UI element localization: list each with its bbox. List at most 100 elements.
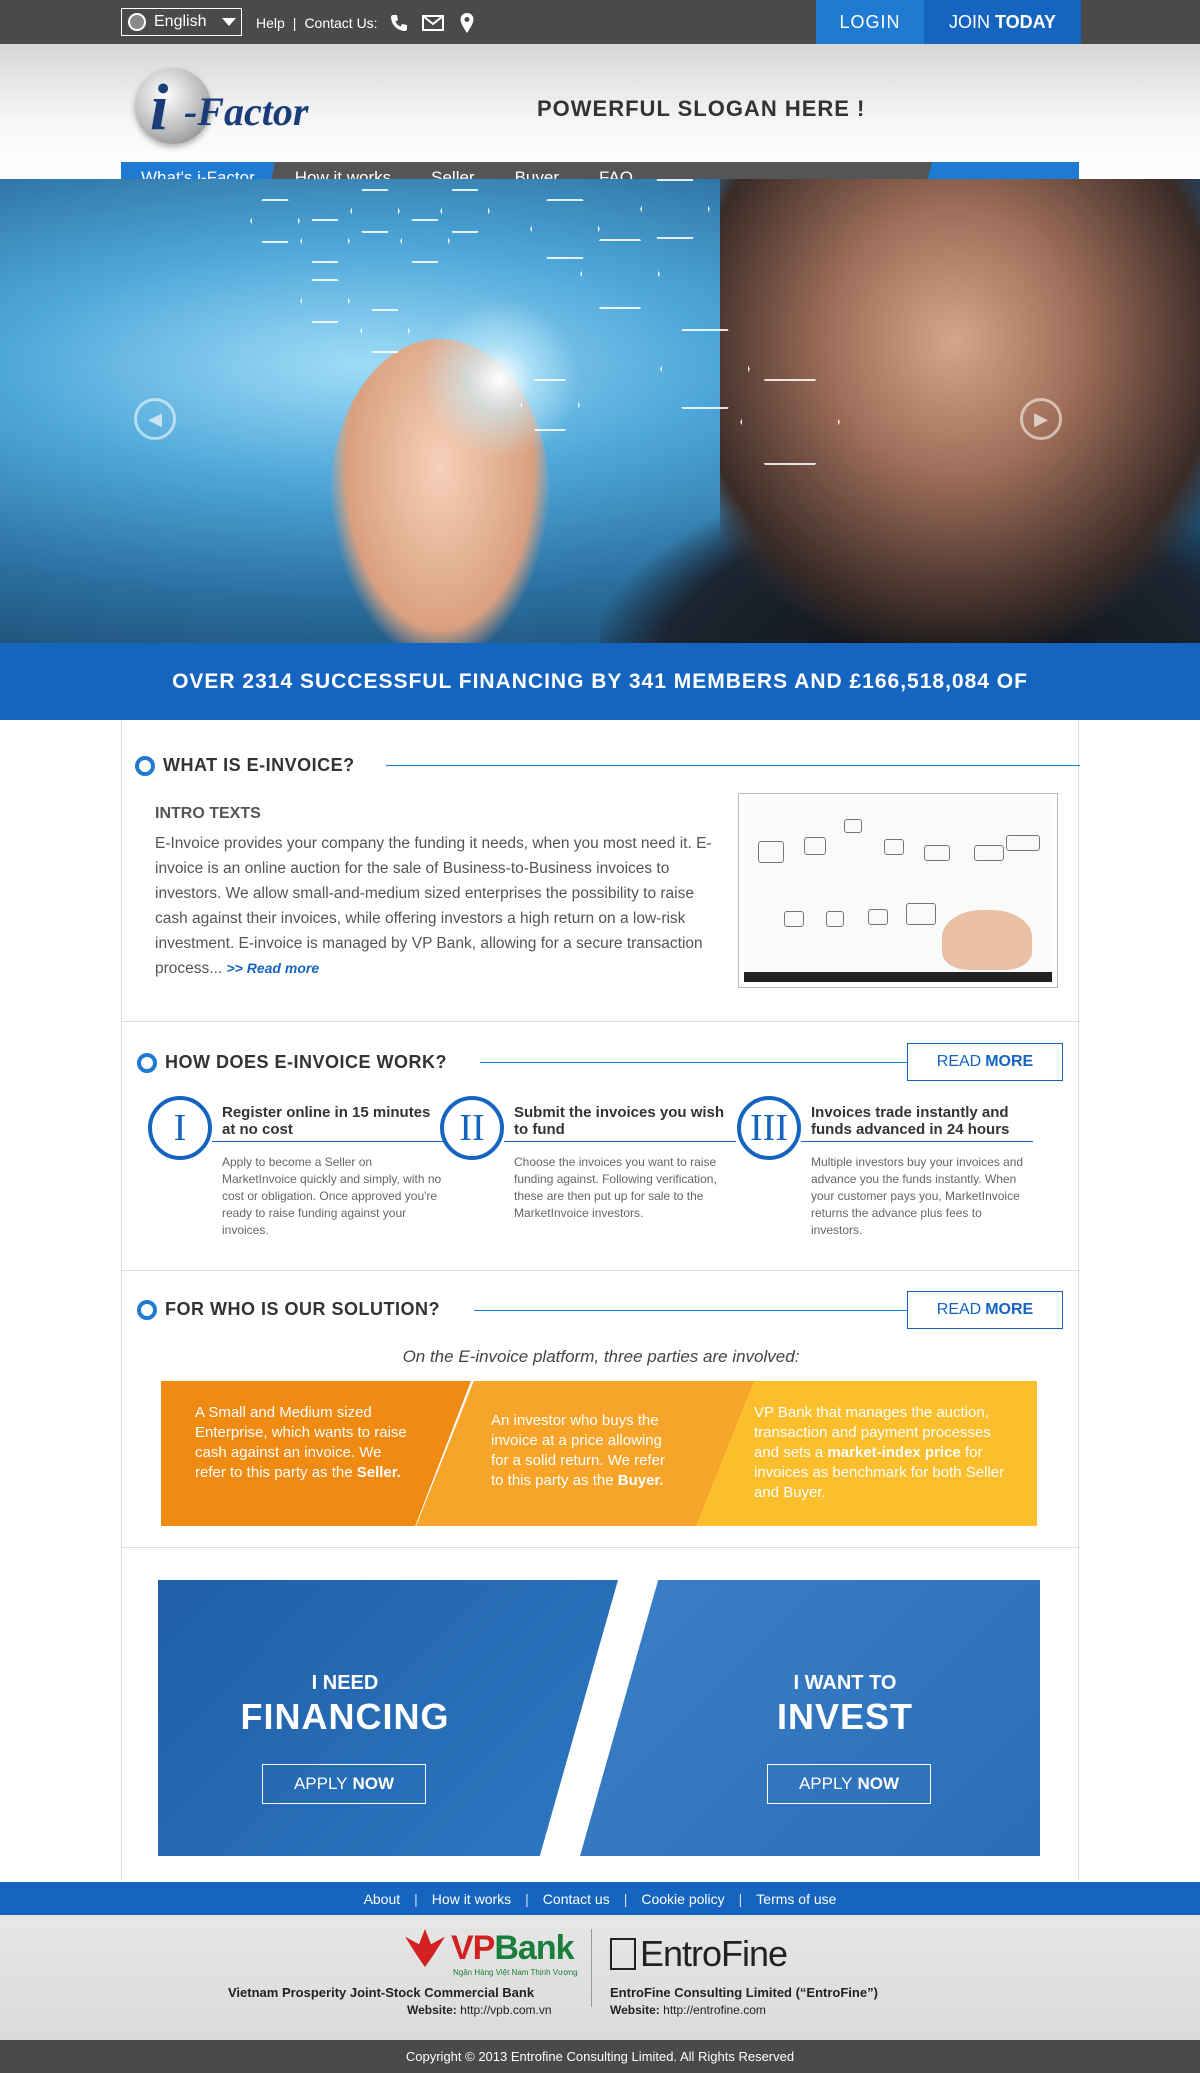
entrofine-logo[interactable]: EntroFine	[610, 1933, 788, 1975]
read-label: READ	[936, 1053, 982, 1070]
now-label: NOW	[352, 1774, 395, 1793]
vpbank-wordmark-vp: VP	[451, 1929, 495, 1967]
footer-nav: About | How it works | Contact us | Cook…	[0, 1882, 1200, 1915]
entrofine-website-url[interactable]: http://entrofine.com	[663, 2003, 766, 2017]
parties-intro: On the E-invoice platform, three parties…	[402, 1347, 800, 1366]
vpbank-wordmark-bank: Bank	[494, 1929, 574, 1967]
step-text: Multiple investors buy your invoices and…	[811, 1155, 1024, 1237]
cta-divider-line	[542, 1580, 642, 1856]
now-label: NOW	[857, 1774, 900, 1793]
globe-icon	[128, 13, 146, 31]
vpbank-logo[interactable]: VPBank	[405, 1929, 575, 1968]
hex-shape	[400, 219, 450, 263]
step-rule	[212, 1141, 444, 1142]
apply-label: APPLY	[293, 1774, 348, 1793]
entrofine-name: EntroFine Consulting Limited (“EntroFine…	[610, 1985, 878, 2000]
intro-paragraph: E-Invoice provides your company the fund…	[155, 831, 715, 981]
party-bank-bold: market-index price	[827, 1444, 961, 1461]
sketch-doodle	[924, 845, 950, 861]
vpbank-website-url[interactable]: http://vpb.com.vn	[460, 2003, 551, 2017]
read-more-button[interactable]: READ MORE	[907, 1043, 1063, 1081]
hex-shape	[640, 179, 710, 239]
vpbank-mark-icon	[405, 1929, 445, 1967]
intro-heading: INTRO TEXTS	[155, 805, 261, 822]
section-title-what-is: WHAT IS E-INVOICE?	[135, 755, 355, 776]
partner-divider	[591, 1929, 592, 2007]
step-numeral: III	[737, 1096, 801, 1160]
what-is-title: WHAT IS E-INVOICE?	[163, 755, 355, 775]
language-label: English	[154, 13, 207, 30]
arrow-right-circle-icon[interactable]: ▶	[1020, 398, 1062, 440]
step-title: Register online in 15 minutes at no cost	[222, 1104, 431, 1138]
step-text: Apply to become a Seller on MarketInvoic…	[222, 1155, 442, 1237]
footer-link-terms[interactable]: Terms of use	[756, 1891, 836, 1907]
more-label: MORE	[985, 1301, 1034, 1318]
stats-banner: OVER 2314 SUCCESSFUL FINANCING BY 341 ME…	[0, 643, 1200, 720]
section-title-how: HOW DOES E-INVOICE WORK?	[137, 1052, 447, 1073]
join-bold-label: TODAY	[995, 11, 1057, 32]
footer-link-about[interactable]: About	[364, 1891, 401, 1907]
party-bank: VP Bank that manages the auction, transa…	[696, 1381, 1037, 1526]
sketch-doodle	[804, 837, 826, 855]
arrow-left-circle-icon[interactable]: ◀	[134, 398, 176, 440]
contact-label: Contact Us:	[304, 15, 378, 31]
section-title-who: FOR WHO IS OUR SOLUTION?	[137, 1299, 440, 1320]
video-controls[interactable]	[744, 972, 1052, 982]
step-numeral: I	[148, 1096, 212, 1160]
read-more-button[interactable]: READ MORE	[907, 1291, 1063, 1329]
who-title: FOR WHO IS OUR SOLUTION?	[165, 1299, 440, 1319]
section-divider	[122, 1021, 1080, 1022]
read-label: READ	[936, 1301, 982, 1318]
phone-icon[interactable]	[386, 13, 412, 33]
join-label: JOIN	[948, 11, 990, 32]
hex-shape	[350, 189, 400, 233]
footer-link-how-it-works[interactable]: How it works	[432, 1891, 511, 1907]
title-rule	[474, 1310, 908, 1311]
intro-video[interactable]	[738, 793, 1058, 988]
title-rule	[386, 765, 1080, 766]
top-separator: |	[292, 15, 297, 31]
language-selector[interactable]: English	[121, 8, 242, 36]
logo-text[interactable]: -Factor	[184, 88, 308, 135]
sketch-doodle	[906, 903, 936, 925]
entrofine-website: Website: http://entrofine.com	[610, 2003, 766, 2017]
bullet-circle-icon	[135, 755, 155, 776]
sketch-doodle	[758, 841, 784, 863]
location-pin-icon[interactable]	[454, 12, 480, 34]
entrofine-wordmark: EntroFine	[640, 1933, 788, 1974]
vpbank-wordmark: VPBank	[451, 1929, 575, 1968]
login-button[interactable]: LOGIN	[816, 0, 924, 44]
step-title: Invoices trade instantly and funds advan…	[811, 1104, 1010, 1138]
sketch-doodle	[884, 839, 904, 855]
read-more-link[interactable]: >> Read more	[227, 960, 320, 976]
footer-link-contact[interactable]: Contact us	[543, 1891, 610, 1907]
party-seller: A Small and Medium sized Enterprise, whi…	[161, 1381, 471, 1526]
step-rule	[801, 1141, 1033, 1142]
parties-strip: A Small and Medium sized Enterprise, whi…	[161, 1381, 1037, 1526]
cta-invest-label: INVEST	[776, 1696, 914, 1737]
footer-separator: |	[738, 1890, 743, 1907]
more-label: MORE	[985, 1053, 1034, 1070]
party-buyer-bold: Buyer.	[617, 1472, 664, 1489]
help-link[interactable]: Help	[256, 15, 285, 31]
sketch-doodle	[974, 845, 1004, 861]
footer-separator: |	[525, 1890, 529, 1907]
video-hand	[942, 910, 1032, 970]
apply-label: APPLY	[798, 1774, 853, 1793]
party-seller-bold: Seller.	[356, 1464, 401, 1481]
join-today-button[interactable]: JOIN TODAY	[924, 0, 1081, 44]
apply-now-financing-button[interactable]: APPLY NOW	[262, 1764, 426, 1804]
footer-link-cookie[interactable]: Cookie policy	[641, 1891, 724, 1907]
footer-separator: |	[623, 1890, 628, 1907]
cta-panels: I NEED FINANCING APPLY NOW I WANT TO INVE…	[158, 1580, 1040, 1856]
video-frame	[744, 799, 1052, 982]
cta-want-label: I WANT TO	[793, 1672, 897, 1694]
vpbank-name: Vietnam Prosperity Joint-Stock Commercia…	[228, 1985, 535, 2000]
footer-separator: |	[414, 1890, 418, 1907]
bullet-circle-icon	[137, 1052, 157, 1073]
logo-i[interactable]: i	[150, 70, 168, 146]
mail-icon[interactable]	[420, 15, 446, 31]
step-text: Choose the invoices you want to raise fu…	[514, 1155, 717, 1220]
apply-now-invest-button[interactable]: APPLY NOW	[767, 1764, 931, 1804]
sketch-doodle	[826, 911, 844, 927]
